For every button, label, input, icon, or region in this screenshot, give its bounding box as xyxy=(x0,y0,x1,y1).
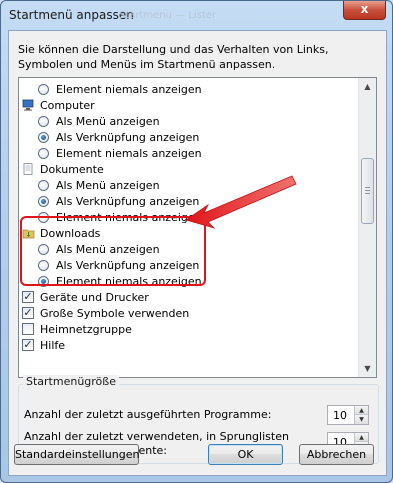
grip-line xyxy=(365,190,370,191)
option-label: Element niemals anzeigen xyxy=(56,82,202,96)
grip-line xyxy=(365,187,370,188)
radio-button-selected[interactable] xyxy=(38,195,49,207)
window-title: Startmenü anpassen xyxy=(9,8,134,22)
close-button[interactable]: x xyxy=(343,1,386,20)
documents-icon xyxy=(22,163,35,175)
option-label: Geräte und Drucker xyxy=(40,290,149,304)
checkbox[interactable] xyxy=(22,323,34,335)
description-text: Sie können die Darstellung und das Verha… xyxy=(18,43,329,71)
recent-programs-label: Anzahl der zuletzt ausgeführten Programm… xyxy=(24,408,272,421)
group-legend: Startmenügröße xyxy=(23,375,119,388)
option-label: Große Symbole verwenden xyxy=(40,306,190,320)
checkbox-checked[interactable]: ✓ xyxy=(22,339,34,351)
title-bar[interactable]: Startmenü anpassen Startmenu — Lister x xyxy=(1,1,392,29)
stepper-up-icon[interactable]: ▲ xyxy=(355,433,368,442)
radio-button[interactable] xyxy=(38,179,49,191)
highlight-box xyxy=(20,216,206,286)
stepper-up-icon[interactable]: ▲ xyxy=(355,406,368,415)
option-label: Als Verknüpfung anzeigen xyxy=(56,194,200,208)
computer-icon xyxy=(22,99,35,111)
radio-option[interactable]: Als Menü anzeigen xyxy=(38,177,160,193)
recent-programs-value: 10 xyxy=(333,409,347,422)
checkbox-checked[interactable]: ✓ xyxy=(22,291,34,303)
radio-button[interactable] xyxy=(38,83,49,95)
vertical-scrollbar[interactable]: ▲ ▼ xyxy=(358,78,376,377)
checkbox-option[interactable]: ✓ Hilfe xyxy=(22,337,65,353)
radio-option[interactable]: Element niemals anzeigen xyxy=(38,145,202,161)
option-label: Als Menü anzeigen xyxy=(56,114,160,128)
cancel-button[interactable]: Abbrechen xyxy=(299,444,374,465)
option-label: Element niemals anzeigen xyxy=(56,146,202,160)
radio-button[interactable] xyxy=(38,115,49,127)
radio-option[interactable]: Als Menü anzeigen xyxy=(38,113,160,129)
group-header: Computer xyxy=(22,97,95,113)
option-label: Dokumente xyxy=(40,162,104,176)
checkbox-option[interactable]: ✓ Große Symbole verwenden xyxy=(22,305,189,321)
option-label: Als Verknüpfung anzeigen xyxy=(56,130,200,144)
radio-button[interactable] xyxy=(38,147,49,159)
radio-option[interactable]: Als Verknüpfung anzeigen xyxy=(38,129,199,145)
option-label: Hilfe xyxy=(40,338,66,352)
scroll-thumb[interactable] xyxy=(361,158,374,224)
radio-option[interactable]: Als Verknüpfung anzeigen xyxy=(38,193,199,209)
option-label: Als Menü anzeigen xyxy=(56,178,160,192)
radio-button-selected[interactable] xyxy=(38,131,49,143)
recent-programs-stepper[interactable]: 10 ▲ ▼ xyxy=(327,405,369,425)
scroll-up-arrow-icon[interactable]: ▲ xyxy=(359,78,376,95)
checkbox-checked[interactable]: ✓ xyxy=(22,307,34,319)
option-label: Computer xyxy=(40,98,95,112)
checkbox-option[interactable]: Heimnetzgruppe xyxy=(22,321,132,337)
checkbox-option[interactable]: ✓ Geräte und Drucker xyxy=(22,289,149,305)
defaults-button[interactable]: Standardeinstellungen xyxy=(14,444,139,465)
grip-line xyxy=(365,193,370,194)
group-header: Dokumente xyxy=(22,161,104,177)
radio-option[interactable]: Element niemals anzeigen xyxy=(38,81,202,97)
stepper-down-icon[interactable]: ▼ xyxy=(355,415,368,424)
scroll-down-arrow-icon[interactable]: ▼ xyxy=(359,360,376,377)
ok-button[interactable]: OK xyxy=(208,444,283,465)
stepper-buttons: ▲ ▼ xyxy=(354,406,368,424)
background-window-title: Startmenu — Lister xyxy=(119,10,217,21)
option-label: Heimnetzgruppe xyxy=(40,322,132,336)
